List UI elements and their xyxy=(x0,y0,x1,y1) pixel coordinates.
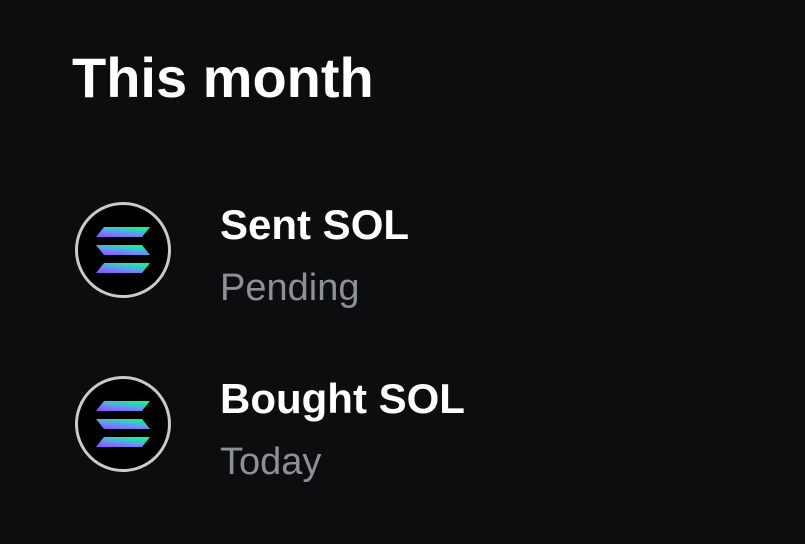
asset-avatar xyxy=(75,202,171,298)
transaction-title: Sent SOL xyxy=(220,201,410,248)
transaction-row[interactable]: Bought SOL Today xyxy=(0,360,805,510)
solana-logo-icon xyxy=(96,227,150,273)
transaction-status: Today xyxy=(220,441,322,483)
section-title: This month xyxy=(72,46,374,109)
solana-logo-icon xyxy=(96,401,150,447)
transaction-status: Pending xyxy=(220,267,360,309)
transaction-row[interactable]: Sent SOL Pending xyxy=(0,186,805,336)
asset-avatar xyxy=(75,376,171,472)
transaction-title: Bought SOL xyxy=(220,375,465,422)
